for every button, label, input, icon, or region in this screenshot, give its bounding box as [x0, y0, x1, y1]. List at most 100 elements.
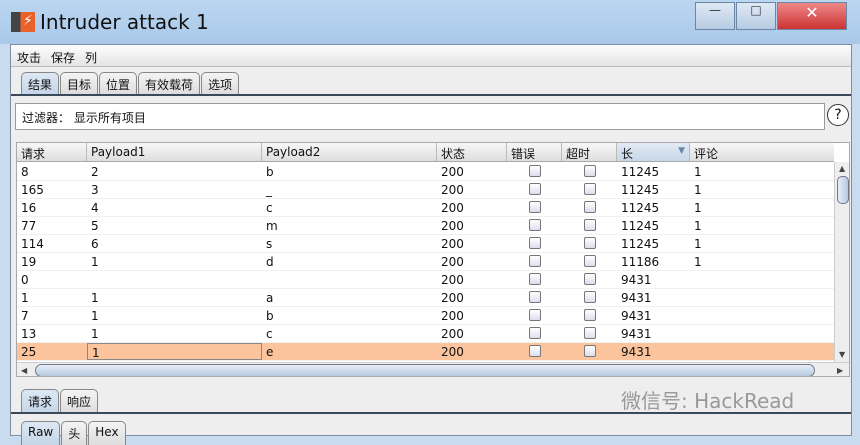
maximize-button[interactable]: □: [736, 2, 776, 30]
cell-payload1: 1: [91, 291, 99, 305]
cell-length: 9431: [621, 273, 652, 287]
close-button[interactable]: ✕: [777, 2, 847, 30]
table-row[interactable]: 16 4 c 200 11245 1: [17, 199, 834, 217]
scroll-down-icon[interactable]: ▼: [839, 350, 845, 359]
scroll-left-icon[interactable]: ◀: [21, 366, 27, 375]
checkbox[interactable]: [528, 255, 541, 267]
scroll-right-icon[interactable]: ▶: [837, 366, 843, 375]
cell-comment: [690, 307, 834, 324]
checkbox[interactable]: [583, 183, 596, 195]
horizontal-scrollbar[interactable]: ◀ ▶: [17, 362, 849, 376]
col-length[interactable]: 长 ▼: [617, 143, 690, 161]
col-payload2[interactable]: Payload2: [262, 143, 437, 161]
table-row[interactable]: 114 6 s 200 11245 1: [17, 235, 834, 253]
cell-error: [507, 199, 562, 216]
cell-length: 11245: [621, 219, 660, 233]
table-row[interactable]: 0 200 9431: [17, 271, 834, 289]
cell-error: [507, 163, 562, 180]
checkbox[interactable]: [528, 309, 541, 321]
col-timeout[interactable]: 超时: [562, 143, 617, 161]
col-comment[interactable]: 评论: [690, 143, 834, 161]
checkbox[interactable]: [528, 201, 541, 213]
cell-length: 9431: [621, 309, 652, 323]
scroll-up-icon[interactable]: ▲: [839, 164, 845, 173]
checkbox[interactable]: [528, 273, 541, 285]
checkbox[interactable]: [583, 309, 596, 321]
menu-bar: 攻击 保存列: [11, 45, 851, 67]
table-row[interactable]: 165 3 _ 200 11245 1: [17, 181, 834, 199]
table-row[interactable]: 77 5 m 200 11245 1: [17, 217, 834, 235]
cell-error: [507, 235, 562, 252]
results-table: 请求 Payload1 Payload2 状态 错误 超时 长 ▼ 评论 82b2…: [16, 142, 850, 377]
checkbox[interactable]: [528, 183, 541, 195]
checkbox[interactable]: [583, 291, 596, 303]
cell-request: 16: [21, 201, 37, 215]
vertical-scroll-thumb[interactable]: [837, 176, 849, 204]
tab-results[interactable]: 结果: [21, 72, 60, 94]
tab-response[interactable]: 响应: [60, 389, 99, 413]
col-request[interactable]: 请求: [17, 143, 87, 161]
cell-payload2: [262, 271, 437, 288]
col-payload1[interactable]: Payload1: [87, 143, 262, 161]
vertical-scrollbar[interactable]: ▲ ▼: [834, 162, 849, 362]
checkbox[interactable]: [528, 345, 541, 357]
checkbox[interactable]: [528, 165, 541, 177]
cell-error: [507, 253, 562, 270]
checkbox[interactable]: [583, 219, 596, 231]
cell-payload2: _: [266, 183, 272, 197]
table-row[interactable]: 8 2 b 200 11245 1: [17, 163, 834, 181]
checkbox[interactable]: [528, 219, 541, 231]
tab-headers[interactable]: 头: [61, 421, 88, 445]
filter-value: 显示所有项目: [73, 111, 146, 125]
checkbox[interactable]: [528, 327, 541, 339]
checkbox[interactable]: [583, 345, 596, 357]
checkbox[interactable]: [583, 201, 596, 213]
table-row[interactable]: 13 1 c 200 9431: [17, 325, 834, 343]
menu-save[interactable]: 保存: [45, 45, 79, 66]
tab-positions[interactable]: 位置: [99, 72, 138, 94]
cell-payload1: 1: [87, 343, 262, 360]
tab-hex[interactable]: Hex: [88, 421, 126, 445]
checkbox[interactable]: [583, 273, 596, 285]
sort-down-icon: ▼: [678, 146, 685, 156]
cell-payload1: 6: [91, 237, 99, 251]
cell-length: 11245: [621, 237, 660, 251]
cell-comment: [690, 325, 834, 342]
cell-request: 1: [21, 291, 29, 305]
minimize-button[interactable]: —: [695, 2, 735, 30]
cell-timeout: [562, 217, 617, 234]
tab-request[interactable]: 请求: [21, 389, 60, 413]
menu-columns[interactable]: 列: [79, 45, 101, 66]
table-row[interactable]: 7 1 b 200 9431: [17, 307, 834, 325]
filter-bar[interactable]: 过滤器： 显示所有项目: [15, 103, 825, 130]
cell-request: 8: [21, 165, 29, 179]
cell-request: 77: [21, 219, 37, 233]
divider: [11, 94, 851, 96]
cell-comment: 1: [694, 201, 702, 215]
checkbox[interactable]: [583, 327, 596, 339]
watermark: 微信号: HackRead: [621, 389, 795, 413]
help-icon[interactable]: ?: [827, 104, 849, 126]
table-row[interactable]: 19 1 d 200 11186 1: [17, 253, 834, 271]
tab-options[interactable]: 选项: [201, 72, 240, 94]
col-error[interactable]: 错误: [507, 143, 562, 161]
checkbox[interactable]: [528, 237, 541, 249]
cell-payload2: m: [266, 219, 278, 233]
table-row[interactable]: 1 1 a 200 9431: [17, 289, 834, 307]
cell-error: [507, 343, 562, 360]
menu-attack[interactable]: 攻击: [11, 45, 45, 66]
checkbox[interactable]: [583, 255, 596, 267]
cell-comment: [690, 343, 834, 360]
cell-status: 200: [441, 309, 464, 323]
checkbox[interactable]: [528, 291, 541, 303]
checkbox[interactable]: [583, 165, 596, 177]
horizontal-scroll-thumb[interactable]: [35, 364, 815, 376]
col-status[interactable]: 状态: [437, 143, 507, 161]
table-row[interactable]: 25 1 e 200 9431: [17, 343, 834, 361]
cell-status: 200: [441, 291, 464, 305]
checkbox[interactable]: [583, 237, 596, 249]
tab-raw[interactable]: Raw: [21, 421, 61, 445]
tab-payloads[interactable]: 有效载荷: [138, 72, 201, 94]
cell-timeout: [562, 163, 617, 180]
tab-target[interactable]: 目标: [60, 72, 99, 94]
